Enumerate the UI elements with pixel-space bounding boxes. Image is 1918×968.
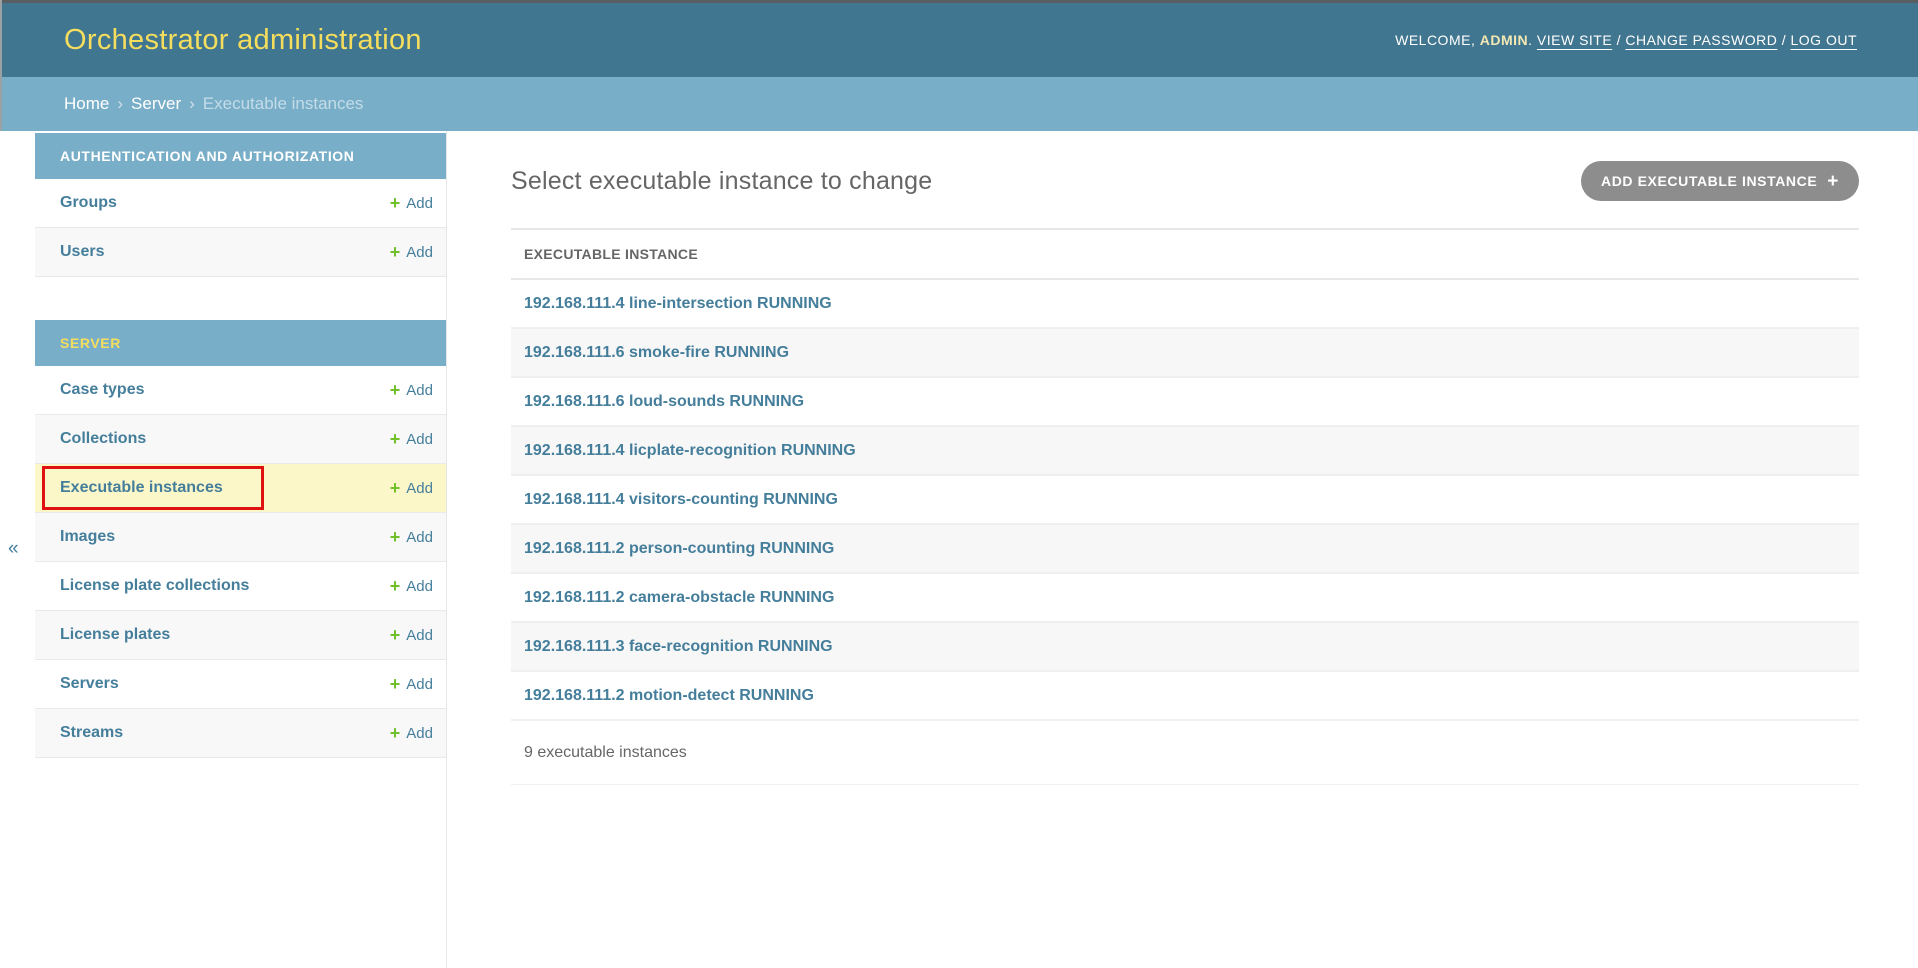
license-plates-link[interactable]: License plates (60, 626, 170, 644)
breadcrumb-executable-instances: Executable instances (203, 94, 364, 114)
sidebar-section-server: SERVER Case types + Add Collections + Ad… (35, 320, 446, 758)
plus-icon: + (390, 381, 401, 399)
add-case-types-link[interactable]: + Add (390, 381, 433, 399)
log-out-link[interactable]: LOG OUT (1790, 32, 1857, 48)
table-row[interactable]: 192.168.111.3 face-recognition RUNNING (511, 623, 1859, 672)
content-header: Select executable instance to change ADD… (511, 161, 1859, 201)
executable-instance-link[interactable]: 192.168.111.6 loud-sounds RUNNING (524, 393, 804, 411)
add-executable-instance-button[interactable]: ADD EXECUTABLE INSTANCE + (1581, 161, 1859, 201)
table-row[interactable]: 192.168.111.2 person-counting RUNNING (511, 525, 1859, 574)
executable-instance-link[interactable]: 192.168.111.2 person-counting RUNNING (524, 540, 834, 558)
breadcrumb-separator: › (189, 94, 195, 114)
result-list: EXECUTABLE INSTANCE 192.168.111.4 line-i… (511, 228, 1859, 785)
sidebar-gutter: « (0, 131, 35, 968)
plus-icon: + (390, 626, 401, 644)
add-license-plates-link[interactable]: + Add (390, 626, 433, 644)
sidebar-item-users[interactable]: Users + Add (35, 228, 446, 277)
executable-instance-link[interactable]: 192.168.111.4 visitors-counting RUNNING (524, 491, 838, 509)
sidebar-item-license-plate-collections[interactable]: License plate collections + Add (35, 562, 446, 611)
users-link[interactable]: Users (60, 243, 104, 261)
servers-link[interactable]: Servers (60, 675, 119, 693)
add-servers-link[interactable]: + Add (390, 675, 433, 693)
sidebar-item-groups[interactable]: Groups + Add (35, 179, 446, 228)
breadcrumb-home[interactable]: Home (64, 94, 109, 114)
sidebar-item-servers[interactable]: Servers + Add (35, 660, 446, 709)
table-row[interactable]: 192.168.111.4 visitors-counting RUNNING (511, 476, 1859, 525)
window-top-edge (0, 0, 1918, 3)
site-title: Orchestrator administration (64, 24, 422, 57)
collections-link[interactable]: Collections (60, 430, 146, 448)
breadcrumb-separator: › (117, 94, 123, 114)
plus-icon: + (390, 479, 401, 497)
plus-icon: + (390, 430, 401, 448)
user-links: VIEW SITE / CHANGE PASSWORD / LOG OUT (1537, 32, 1857, 48)
plus-icon: + (390, 194, 401, 212)
sidebar-item-images[interactable]: Images + Add (35, 513, 446, 562)
case-types-link[interactable]: Case types (60, 381, 145, 399)
plus-icon: + (390, 577, 401, 595)
sidebar-section-header: AUTHENTICATION AND AUTHORIZATION (35, 133, 446, 179)
table-row[interactable]: 192.168.111.6 loud-sounds RUNNING (511, 378, 1859, 427)
license-plate-collections-link[interactable]: License plate collections (60, 577, 249, 595)
table-row[interactable]: 192.168.111.6 smoke-fire RUNNING (511, 329, 1859, 378)
plus-icon: + (390, 528, 401, 546)
result-count: 9 executable instances (511, 721, 1859, 785)
table-row[interactable]: 192.168.111.2 camera-obstacle RUNNING (511, 574, 1859, 623)
executable-instance-link[interactable]: 192.168.111.4 line-intersection RUNNING (524, 295, 832, 313)
plus-icon: + (390, 675, 401, 693)
sidebar-collapse-toggle[interactable]: « (8, 539, 19, 558)
sidebar-item-case-types[interactable]: Case types + Add (35, 366, 446, 415)
sidebar-item-executable-instances[interactable]: Executable instances + Add (35, 464, 446, 513)
executable-instance-link[interactable]: 192.168.111.6 smoke-fire RUNNING (524, 344, 789, 362)
add-users-link[interactable]: + Add (390, 243, 433, 261)
app-header: Orchestrator administration WELCOME, ADM… (0, 3, 1918, 77)
column-header-executable-instance[interactable]: EXECUTABLE INSTANCE (511, 228, 1859, 280)
executable-instances-link[interactable]: Executable instances (60, 479, 223, 497)
add-streams-link[interactable]: + Add (390, 724, 433, 742)
executable-instance-link[interactable]: 192.168.111.2 camera-obstacle RUNNING (524, 589, 834, 607)
table-row[interactable]: 192.168.111.4 line-intersection RUNNING (511, 280, 1859, 329)
add-collections-link[interactable]: + Add (390, 430, 433, 448)
add-groups-link[interactable]: + Add (390, 194, 433, 212)
page-title: Select executable instance to change (511, 167, 932, 196)
plus-icon: + (390, 724, 401, 742)
page-body: « AUTHENTICATION AND AUTHORIZATION Group… (0, 131, 1918, 968)
nav-sidebar: AUTHENTICATION AND AUTHORIZATION Groups … (35, 131, 447, 968)
images-link[interactable]: Images (60, 528, 115, 546)
add-images-link[interactable]: + Add (390, 528, 433, 546)
add-button-label: ADD EXECUTABLE INSTANCE (1601, 173, 1817, 189)
executable-instance-link[interactable]: 192.168.111.4 licplate-recognition RUNNI… (524, 442, 856, 460)
view-site-link[interactable]: VIEW SITE (1537, 32, 1612, 48)
sidebar-item-license-plates[interactable]: License plates + Add (35, 611, 446, 660)
executable-instance-link[interactable]: 192.168.111.3 face-recognition RUNNING (524, 638, 833, 656)
sidebar-section-authentication-and-authorization: AUTHENTICATION AND AUTHORIZATION Groups … (35, 133, 446, 277)
table-row[interactable]: 192.168.111.2 motion-detect RUNNING (511, 672, 1859, 721)
streams-link[interactable]: Streams (60, 724, 123, 742)
add-executable-instances-link[interactable]: + Add (390, 479, 433, 497)
user-tools: WELCOME, ADMIN. VIEW SITE / CHANGE PASSW… (1395, 32, 1857, 48)
breadcrumb: Home › Server › Executable instances (0, 77, 1918, 131)
change-password-link[interactable]: CHANGE PASSWORD (1625, 32, 1777, 48)
add-license-plate-collections-link[interactable]: + Add (390, 577, 433, 595)
window-left-edge (0, 0, 2, 131)
groups-link[interactable]: Groups (60, 194, 117, 212)
username: ADMIN (1480, 32, 1528, 48)
sidebar-section-header: SERVER (35, 320, 446, 366)
plus-icon: + (390, 243, 401, 261)
table-row[interactable]: 192.168.111.4 licplate-recognition RUNNI… (511, 427, 1859, 476)
welcome-text: WELCOME, ADMIN. (1395, 32, 1532, 48)
main-content: Select executable instance to change ADD… (448, 131, 1918, 968)
sidebar-item-collections[interactable]: Collections + Add (35, 415, 446, 464)
sidebar-item-streams[interactable]: Streams + Add (35, 709, 446, 758)
executable-instance-link[interactable]: 192.168.111.2 motion-detect RUNNING (524, 687, 814, 705)
plus-icon: + (1827, 172, 1839, 191)
breadcrumb-server[interactable]: Server (131, 94, 181, 114)
